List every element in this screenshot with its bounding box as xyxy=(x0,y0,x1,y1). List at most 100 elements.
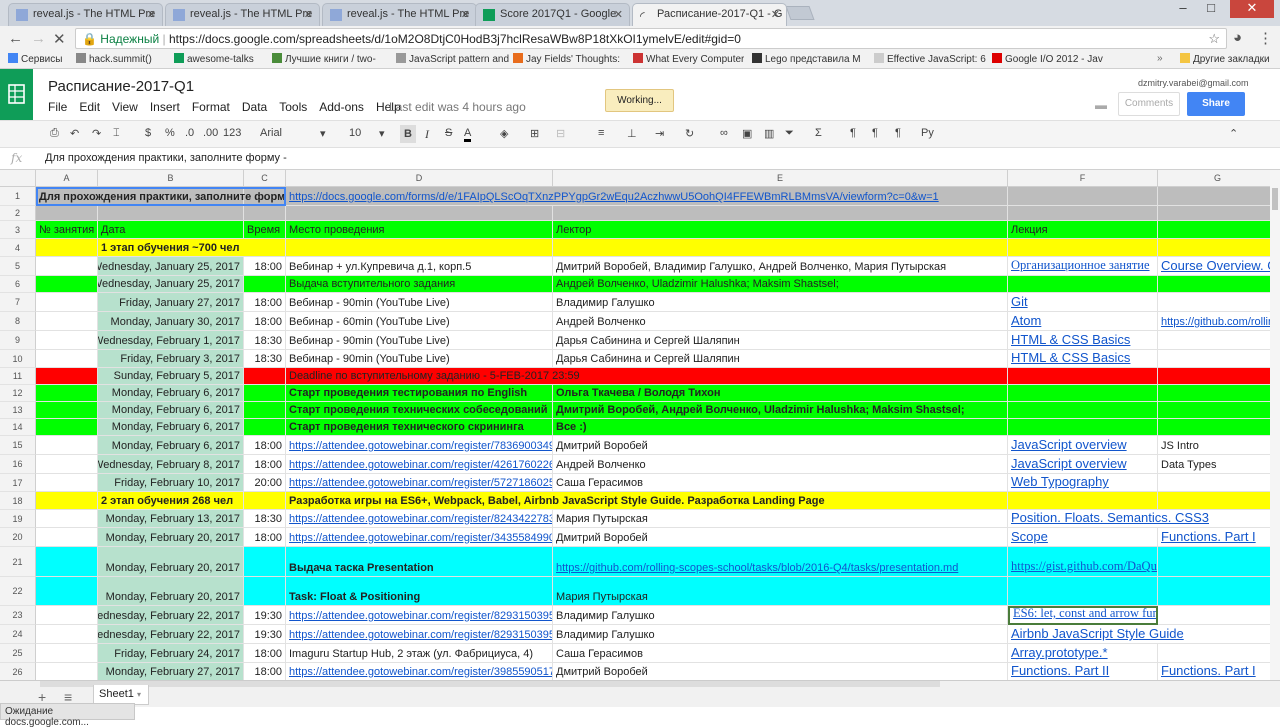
cell[interactable] xyxy=(244,385,286,402)
cell[interactable]: Task: Float & Positioning xyxy=(286,577,553,606)
cell[interactable] xyxy=(1008,187,1158,206)
cell[interactable]: JS Intro xyxy=(1158,436,1270,455)
cell[interactable]: Андрей Волченко xyxy=(553,312,1008,331)
cell[interactable]: Лекция xyxy=(1008,221,1158,239)
rtl-sheet-icon[interactable]: ¶ xyxy=(895,127,901,139)
cell[interactable]: Вебинар - 90min (YouTube Live) xyxy=(286,293,553,312)
bookmark-item[interactable]: Лучшие книги / two- xyxy=(272,53,376,65)
row-header[interactable]: 10 xyxy=(0,350,36,368)
cell[interactable]: Старт проведения технического скрининга xyxy=(286,419,553,436)
functions-icon[interactable]: Σ xyxy=(815,127,822,139)
cell[interactable] xyxy=(1158,368,1270,385)
cell[interactable] xyxy=(36,257,98,276)
minimize-button[interactable]: – xyxy=(1172,0,1194,18)
borders-icon[interactable]: ⊞ xyxy=(530,127,539,140)
browser-tab[interactable]: Score 2017Q1 - Google ✕ xyxy=(475,3,630,26)
cell[interactable]: Время xyxy=(244,221,286,239)
font-size-select[interactable]: 10 ▾ xyxy=(349,127,389,140)
vertical-align-icon[interactable]: ⊥ xyxy=(627,127,637,140)
cell[interactable] xyxy=(244,419,286,436)
undo-icon[interactable]: ↶ xyxy=(70,127,79,140)
cell[interactable] xyxy=(1008,577,1158,606)
other-bookmarks[interactable]: Другие закладки xyxy=(1180,53,1270,65)
cell[interactable]: 20:00 xyxy=(244,474,286,492)
comment-icon[interactable]: ▬ xyxy=(1095,98,1107,112)
cell[interactable] xyxy=(36,276,98,293)
cell[interactable] xyxy=(1008,385,1158,402)
row-header[interactable]: 15 xyxy=(0,436,36,455)
cell[interactable]: Wednesday, February 22, 2017 xyxy=(98,606,244,625)
back-icon[interactable]: ← xyxy=(8,30,23,47)
cell[interactable] xyxy=(1008,276,1158,293)
bookmark-item[interactable]: hack.summit() xyxy=(76,53,152,65)
cell[interactable]: Старт проведения тестирования по English xyxy=(286,385,553,402)
align-left-icon[interactable]: ≡ xyxy=(598,127,604,139)
text-color-button[interactable]: A xyxy=(464,127,472,142)
cell[interactable] xyxy=(244,577,286,606)
cell[interactable]: Саша Герасимов xyxy=(553,474,1008,492)
cell[interactable]: Wednesday, February 22, 2017 xyxy=(98,625,244,644)
cell[interactable]: 18:00 xyxy=(244,644,286,663)
row-header[interactable]: 13 xyxy=(0,402,36,419)
cell[interactable] xyxy=(553,239,1008,257)
cell[interactable]: Monday, February 13, 2017 xyxy=(98,510,244,528)
cell[interactable] xyxy=(1158,606,1270,625)
cell[interactable]: Андрей Волченко, Uladzimir Halushka; Mak… xyxy=(553,276,1008,293)
row-header[interactable]: 20 xyxy=(0,528,36,547)
cell[interactable]: 18:00 xyxy=(244,312,286,331)
menu-file[interactable]: File xyxy=(48,100,67,114)
row-header[interactable]: 3 xyxy=(0,221,36,239)
cell[interactable]: Array.prototype.* xyxy=(1008,644,1158,663)
cell[interactable]: 19:30 xyxy=(244,606,286,625)
insert-comment-icon[interactable]: ▣ xyxy=(742,127,752,140)
cell[interactable]: Лектор xyxy=(553,221,1008,239)
cell[interactable] xyxy=(36,644,98,663)
cell[interactable]: Friday, February 10, 2017 xyxy=(98,474,244,492)
cell[interactable]: Все :) xyxy=(553,419,1008,436)
cell[interactable]: 18:00 xyxy=(244,528,286,547)
row-header[interactable]: 19 xyxy=(0,510,36,528)
cell[interactable]: Старт проведения технических собеседован… xyxy=(286,402,553,419)
share-button[interactable]: Share xyxy=(1187,92,1245,116)
column-header[interactable]: B xyxy=(98,170,244,187)
insert-link-icon[interactable]: ∞ xyxy=(720,127,728,139)
cell[interactable] xyxy=(1158,187,1270,206)
cell[interactable]: https://attendee.gotowebinar.com/registe… xyxy=(286,510,553,528)
cell[interactable]: https://attendee.gotowebinar.com/registe… xyxy=(286,455,553,474)
cell[interactable]: Monday, February 6, 2017 xyxy=(98,436,244,455)
row-header[interactable]: 5 xyxy=(0,257,36,276)
insert-chart-icon[interactable]: ▥ xyxy=(764,127,774,140)
cell[interactable] xyxy=(36,547,98,577)
row-header[interactable]: 1 xyxy=(0,187,36,206)
bookmark-item[interactable]: Сервисы xyxy=(8,53,62,65)
cell[interactable] xyxy=(36,239,98,257)
cell[interactable]: Monday, February 6, 2017 xyxy=(98,419,244,436)
cell[interactable] xyxy=(1008,239,1158,257)
cell[interactable]: 18:00 xyxy=(244,257,286,276)
cell[interactable] xyxy=(1008,402,1158,419)
menu-insert[interactable]: Insert xyxy=(150,100,180,114)
menu-edit[interactable]: Edit xyxy=(79,100,100,114)
cell[interactable] xyxy=(244,276,286,293)
column-header[interactable]: E xyxy=(553,170,1008,187)
cell[interactable] xyxy=(36,528,98,547)
redo-icon[interactable]: ↷ xyxy=(92,127,101,140)
column-header[interactable]: G xyxy=(1158,170,1270,187)
forward-icon[interactable]: → xyxy=(31,30,46,47)
cell[interactable]: https://github.com/rolling-scopes-school… xyxy=(553,547,1008,577)
cell[interactable]: Владимир Галушко xyxy=(553,293,1008,312)
row-header[interactable]: 14 xyxy=(0,419,36,436)
cell[interactable] xyxy=(36,606,98,625)
cell[interactable] xyxy=(1158,239,1270,257)
cell[interactable]: Monday, February 20, 2017 xyxy=(98,547,244,577)
cell[interactable]: HTML & CSS Basics xyxy=(1008,350,1158,368)
cell[interactable] xyxy=(36,312,98,331)
star-icon[interactable]: ☆ xyxy=(1208,31,1220,47)
cell[interactable]: https://gist.github.com/DaQuirm/3b6d585f… xyxy=(1008,547,1158,577)
menu-icon[interactable]: ⋮ xyxy=(1258,29,1273,47)
cell[interactable]: Monday, January 30, 2017 xyxy=(98,312,244,331)
cell[interactable] xyxy=(1158,474,1270,492)
close-window-button[interactable]: ✕ xyxy=(1230,0,1274,18)
cell[interactable] xyxy=(36,455,98,474)
cell[interactable]: № занятия xyxy=(36,221,98,239)
